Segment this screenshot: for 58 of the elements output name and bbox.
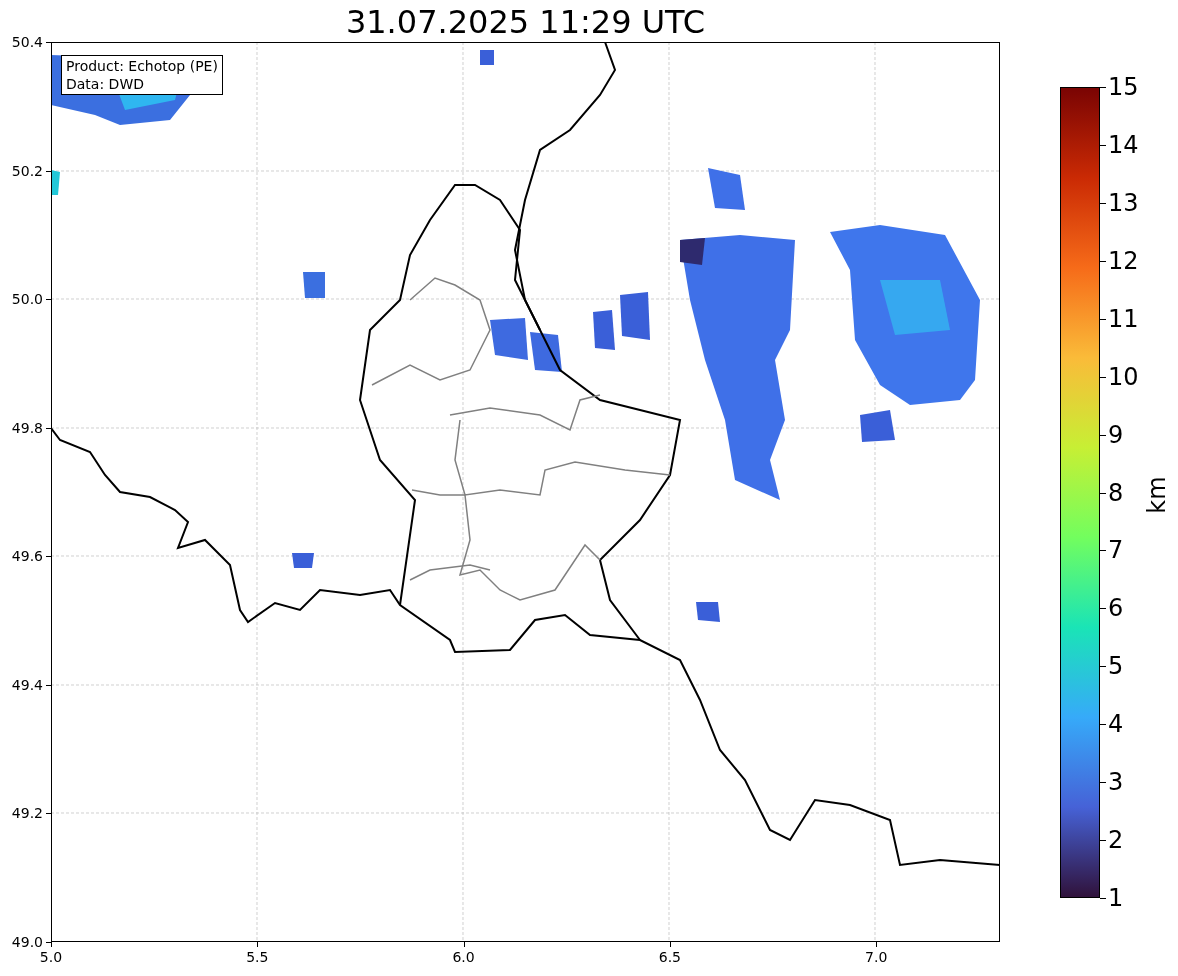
axis-tick-label: 49.8 (10, 418, 43, 437)
tick-mark (669, 942, 671, 947)
colorbar-tick-label: 2 (1108, 826, 1124, 855)
axis-tick-label: 49.0 (10, 933, 43, 951)
axis-tick-label: 5.5 (245, 948, 270, 966)
tick-mark (1100, 608, 1106, 610)
axis-tick-label: 7.0 (864, 948, 889, 966)
colorbar-tick-label: 7 (1108, 536, 1124, 565)
tick-mark (1100, 492, 1106, 494)
tick-mark (46, 42, 51, 43)
colorbar-tick-label: 12 (1108, 246, 1139, 275)
colorbar-tick-label: 6 (1108, 594, 1124, 623)
colorbar-tick-label: 5 (1108, 652, 1124, 681)
colorbar-tick-label: 13 (1108, 188, 1139, 217)
tick-mark (1100, 898, 1106, 899)
colorbar-tick-label: 11 (1108, 304, 1139, 333)
colorbar-tick-label: 9 (1108, 420, 1124, 449)
axis-tick-label: 49.2 (10, 804, 43, 823)
chart-title: 31.07.2025 11:29 UTC (344, 2, 707, 42)
colorbar-tick-label: 10 (1108, 362, 1139, 391)
axis-tick-label: 50.0 (10, 290, 43, 309)
tick-mark (1100, 202, 1106, 204)
axis-tick-label: 6.0 (451, 948, 476, 966)
tick-mark (876, 942, 878, 947)
tick-mark (257, 942, 259, 947)
tick-mark (1100, 87, 1106, 88)
tick-mark (1100, 376, 1106, 378)
colorbar-label: km (1143, 476, 1171, 514)
tick-mark (1100, 782, 1106, 784)
colorbar-tick-label: 3 (1108, 768, 1124, 797)
colorbar-tick-label: 8 (1108, 478, 1124, 507)
colorbar-tick-label: 4 (1108, 710, 1124, 739)
tick-mark (46, 684, 51, 686)
tick-mark (1100, 840, 1106, 842)
annotation-text: Product: Echotop (PE) (66, 57, 218, 75)
axis-tick-label: 49.6 (10, 547, 43, 566)
tick-mark (1100, 144, 1106, 146)
tick-mark (1100, 550, 1106, 552)
tick-mark (46, 813, 51, 815)
tick-mark (46, 556, 51, 558)
axis-tick-label: 49.4 (10, 675, 43, 694)
axis-tick-label: 50.2 (10, 161, 43, 180)
tick-mark (46, 170, 51, 172)
tick-mark (463, 942, 465, 947)
tick-mark (1100, 318, 1106, 320)
annotation-text: Data: DWD (66, 75, 145, 93)
axis-tick-label: 50.4 (10, 33, 43, 51)
tick-mark (46, 299, 51, 301)
colorbar-tick-label: 14 (1108, 130, 1139, 159)
tick-mark (1100, 666, 1106, 668)
tick-mark (46, 427, 51, 429)
colorbar-tick-label: 1 (1108, 884, 1124, 912)
tick-mark (1100, 260, 1106, 262)
axis-tick-label: 5.0 (38, 948, 64, 966)
tick-mark (1100, 434, 1106, 436)
colorbar-tick-label: 15 (1108, 73, 1139, 101)
tick-mark (1100, 724, 1106, 726)
axis-tick-label: 6.5 (657, 948, 682, 966)
